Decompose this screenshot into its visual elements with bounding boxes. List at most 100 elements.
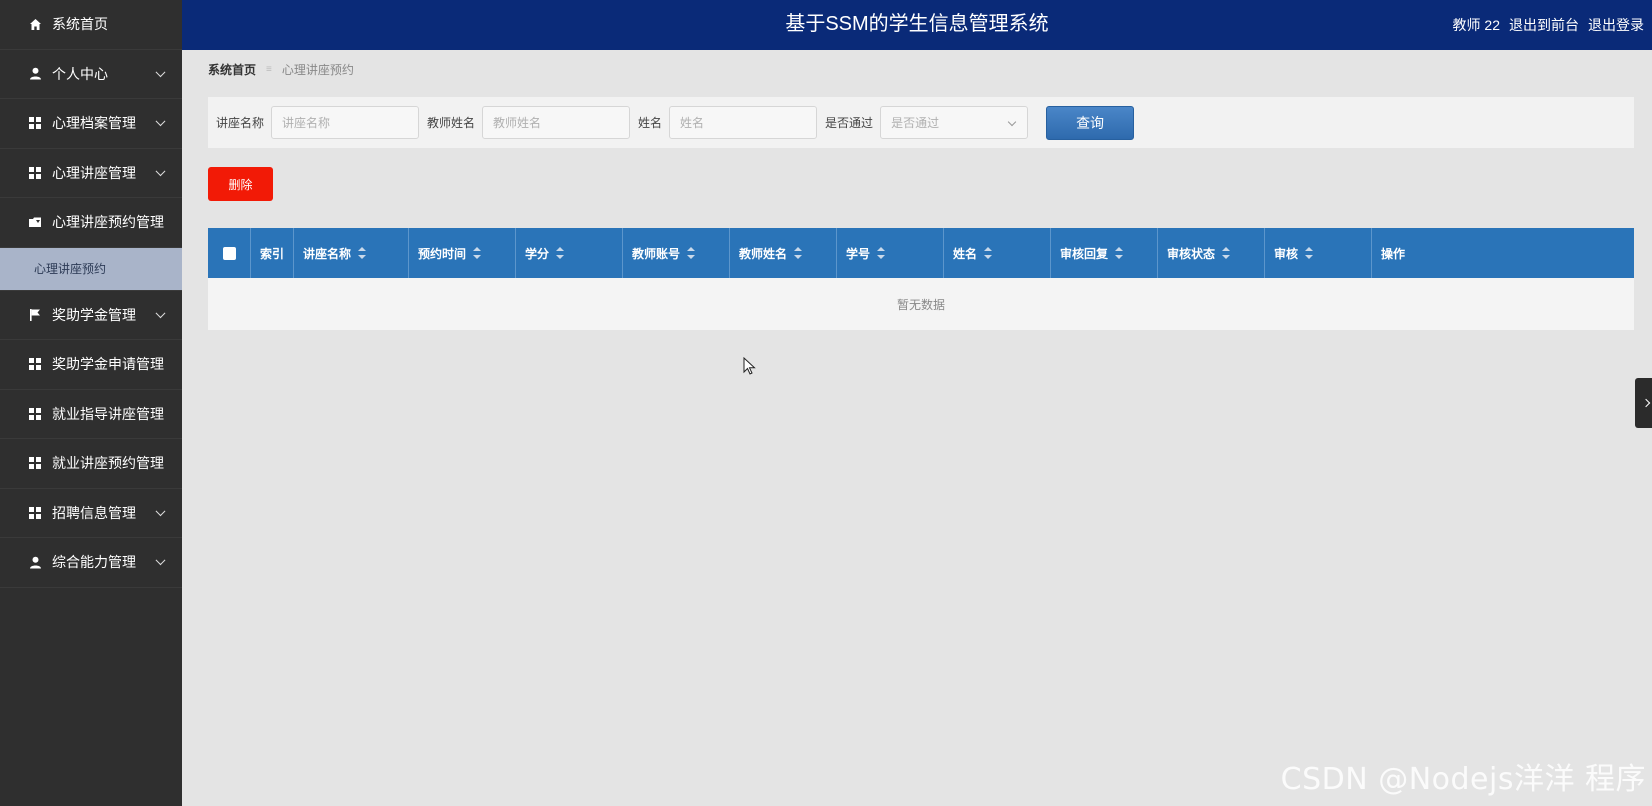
column-header[interactable]: 教师姓名: [730, 228, 837, 278]
sidebar-item-label: 奖助学金管理: [52, 306, 136, 323]
grid-icon: [28, 456, 42, 470]
search-panel: 讲座名称 教师姓名 姓名 是否通过 是否通过 查询: [208, 97, 1634, 148]
sidebar-item-home[interactable]: 系统首页: [0, 0, 182, 50]
sort-icon[interactable]: [1115, 247, 1124, 259]
sidebar-item-scholarship-apply[interactable]: 奖助学金申请管理: [0, 340, 182, 390]
sidebar-item-career-lecture[interactable]: 就业指导讲座管理: [0, 390, 182, 439]
sidebar-item-label: 综合能力管理: [52, 554, 136, 571]
current-user: 教师 22: [1452, 17, 1500, 33]
chevron-down-icon: [155, 116, 166, 127]
passed-label: 是否通过: [825, 116, 874, 130]
top-header: 基于SSM的学生信息管理系统 教师 22 退出到前台 退出登录: [182, 0, 1652, 50]
teacher-name-input[interactable]: [482, 106, 631, 139]
column-header[interactable]: 审核: [1265, 228, 1372, 278]
sort-icon[interactable]: [984, 247, 993, 259]
chevron-down-icon: [155, 555, 166, 566]
sort-icon[interactable]: [556, 247, 565, 259]
column-header-label: 学分: [525, 246, 550, 261]
user-icon: [28, 555, 42, 569]
sidebar-item-psych-archive[interactable]: 心理档案管理: [0, 99, 182, 149]
data-table: 索引 讲座名称 预约时间 学分 教师账号 教师姓名 学号 姓名 审核回复 审核状…: [208, 228, 1634, 330]
app-title: 基于SSM的学生信息管理系统: [785, 13, 1049, 35]
column-header-label: 教师姓名: [739, 246, 788, 261]
sidebar-item-career-booking[interactable]: 就业讲座预约管理: [0, 439, 182, 489]
sidebar-item-label: 就业讲座预约管理: [52, 455, 164, 472]
sidebar-item-psych-lecture-booking[interactable]: 心理讲座预约管理: [0, 198, 182, 248]
column-header[interactable]: 姓名: [944, 228, 1051, 278]
column-header[interactable]: 讲座名称: [294, 228, 409, 278]
sidebar-item-label: 心理讲座管理: [52, 164, 136, 181]
query-button[interactable]: 查询: [1046, 105, 1135, 140]
select-all-checkbox[interactable]: [222, 246, 236, 260]
logout-link[interactable]: 退出登录: [1588, 15, 1644, 35]
lecture-name-label: 讲座名称: [216, 116, 265, 130]
breadcrumb-separator: ≡: [266, 64, 272, 75]
select-all-cell: [208, 228, 251, 278]
table-empty-state: 暂无数据: [208, 278, 1634, 330]
breadcrumb-home[interactable]: 系统首页: [208, 61, 256, 78]
column-header-label: 讲座名称: [303, 246, 352, 261]
column-header[interactable]: 审核回复: [1051, 228, 1158, 278]
chevron-down-icon: [155, 308, 166, 318]
column-header-label: 操作: [1381, 246, 1406, 261]
sidebar-item-label: 个人中心: [52, 65, 108, 82]
column-header-label: 审核回复: [1060, 246, 1109, 261]
column-header-label: 姓名: [953, 246, 978, 261]
column-header[interactable]: 教师账号: [623, 228, 730, 278]
sidebar-subitem-psych-lecture-booking[interactable]: 心理讲座预约: [0, 247, 182, 291]
sidebar-item-scholarship[interactable]: 奖助学金管理: [0, 291, 182, 340]
sidebar-item-label: 招聘信息管理: [52, 504, 136, 521]
passed-select[interactable]: 是否通过: [880, 106, 1029, 139]
sort-icon[interactable]: [1305, 247, 1314, 259]
sort-icon[interactable]: [358, 247, 367, 259]
sort-icon[interactable]: [473, 247, 482, 259]
breadcrumb-current: 心理讲座预约: [281, 63, 354, 77]
delete-button[interactable]: 删除: [208, 167, 273, 201]
teacher-name-label: 教师姓名: [427, 116, 476, 130]
sidebar-item-label: 系统首页: [52, 16, 108, 33]
column-header-label: 审核: [1274, 246, 1299, 261]
column-header-label: 教师账号: [632, 246, 681, 261]
sort-icon[interactable]: [687, 247, 696, 259]
side-panel-toggle[interactable]: [1635, 378, 1652, 428]
column-header[interactable]: 学号: [837, 228, 944, 278]
sidebar-item-personal-center[interactable]: 个人中心: [0, 50, 182, 99]
table-header: 索引 讲座名称 预约时间 学分 教师账号 教师姓名 学号 姓名 审核回复 审核状…: [208, 228, 1634, 278]
column-header[interactable]: 审核状态: [1158, 228, 1265, 278]
column-header-label: 索引: [260, 246, 285, 261]
grid-icon: [28, 357, 42, 371]
grid-icon: [28, 116, 42, 130]
sidebar-item-label: 心理档案管理: [52, 115, 136, 132]
name-label: 姓名: [638, 116, 663, 130]
name-input[interactable]: [669, 106, 818, 139]
home-icon: [28, 17, 42, 31]
chevron-down-icon: [1007, 117, 1017, 127]
sidebar-item-recruitment[interactable]: 招聘信息管理: [0, 489, 182, 538]
sort-icon[interactable]: [1222, 247, 1231, 259]
column-header[interactable]: 预约时间: [409, 228, 516, 278]
sidebar-item-psych-lecture[interactable]: 心理讲座管理: [0, 149, 182, 198]
user-icon: [28, 67, 42, 81]
sort-icon[interactable]: [877, 247, 886, 259]
grid-icon: [28, 506, 42, 520]
passed-select-value: 是否通过: [891, 116, 940, 130]
watermark: CSDN @Nodejs洋洋 程序: [1280, 762, 1646, 797]
grid-icon: [28, 166, 42, 180]
sidebar: 系统首页 个人中心 心理档案管理 心理讲座管理 心理讲座预约管理 心理讲座预约 …: [0, 0, 182, 806]
sidebar-item-label: 就业指导讲座管理: [52, 405, 164, 422]
breadcrumb: 系统首页 ≡ 心理讲座预约: [208, 61, 354, 78]
sidebar-item-ability[interactable]: 综合能力管理: [0, 538, 182, 588]
chevron-down-icon: [155, 506, 166, 516]
folder-icon: [28, 215, 42, 229]
column-header-label: 学号: [846, 246, 871, 261]
column-header[interactable]: 学分: [516, 228, 623, 278]
header-user-area: 教师 22 退出到前台 退出登录: [1453, 0, 1644, 50]
column-header: 索引: [251, 228, 294, 278]
sidebar-item-label: 心理讲座预约管理: [52, 214, 164, 231]
column-header: 操作: [1372, 228, 1634, 278]
lecture-name-input[interactable]: [271, 106, 420, 139]
exit-to-front-link[interactable]: 退出到前台: [1509, 15, 1579, 35]
sort-icon[interactable]: [794, 247, 803, 259]
flag-icon: [28, 308, 42, 322]
column-header-label: 预约时间: [418, 246, 467, 261]
